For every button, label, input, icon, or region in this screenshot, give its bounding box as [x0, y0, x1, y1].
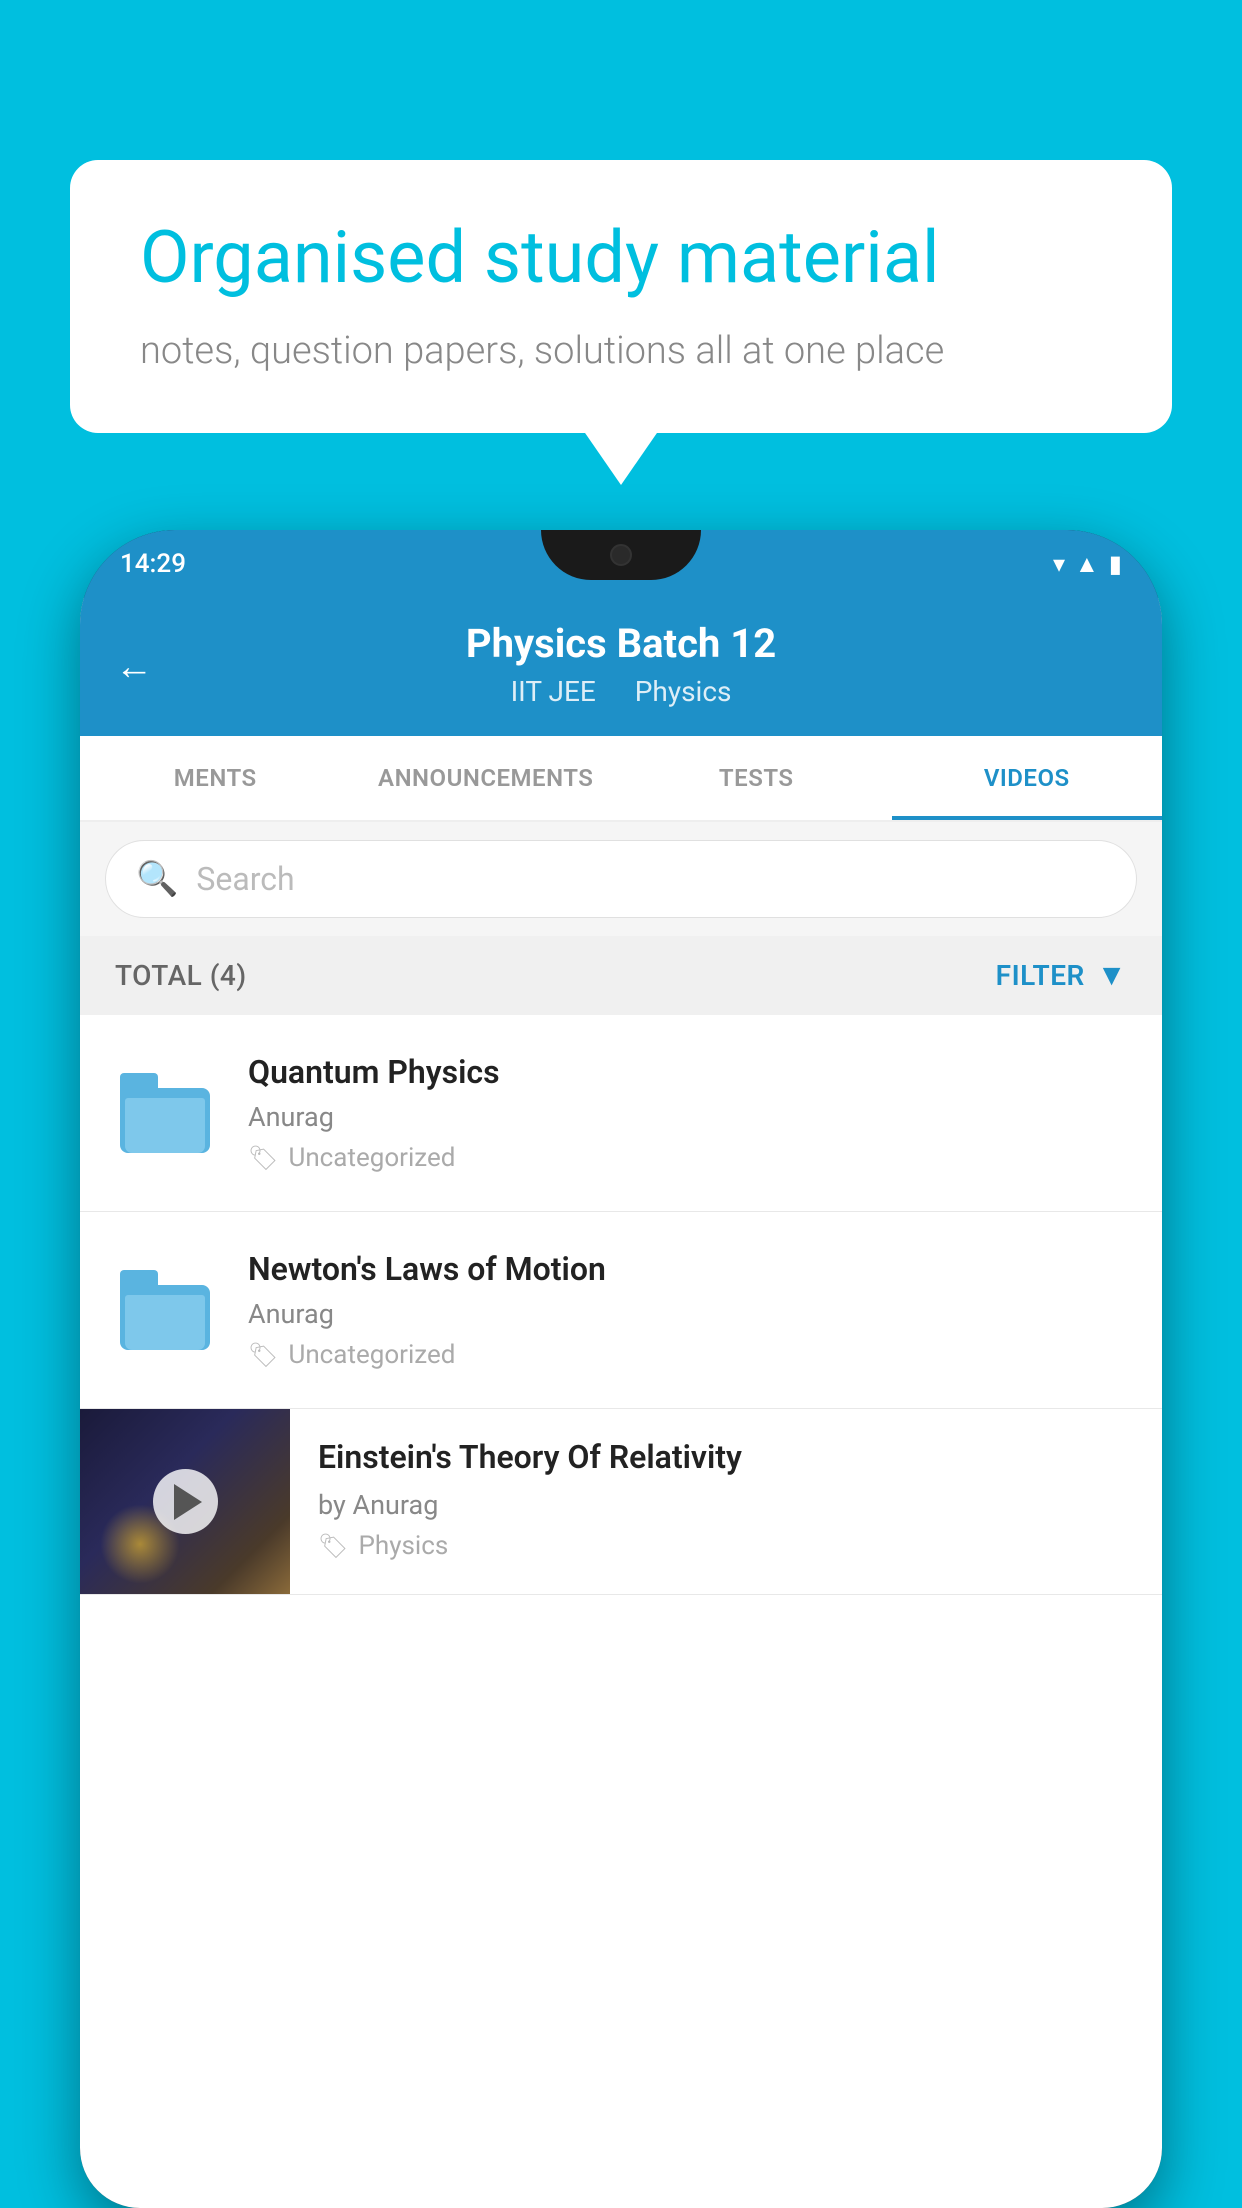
- filter-label: FILTER: [996, 959, 1085, 992]
- video-thumb-quantum: [110, 1073, 220, 1153]
- video-item-quantum[interactable]: Quantum Physics Anurag 🏷 Uncategorized: [80, 1015, 1162, 1212]
- video-title-quantum: Quantum Physics: [248, 1053, 1132, 1091]
- battery-icon: ▮: [1109, 550, 1122, 578]
- video-item-einstein[interactable]: Einstein's Theory Of Relativity by Anura…: [80, 1409, 1162, 1595]
- search-container: 🔍 Search: [80, 822, 1162, 936]
- tag-icon-quantum: 🏷: [248, 1144, 278, 1172]
- play-triangle-icon: [174, 1484, 202, 1520]
- videos-list: Quantum Physics Anurag 🏷 Uncategorized: [80, 1015, 1162, 1595]
- folder-icon-quantum: [120, 1073, 210, 1153]
- video-info-quantum: Quantum Physics Anurag 🏷 Uncategorized: [248, 1053, 1132, 1173]
- filter-bar: TOTAL (4) FILTER ▼: [80, 936, 1162, 1015]
- wifi-icon: ▾: [1053, 550, 1065, 578]
- video-thumb-newton: [110, 1270, 220, 1350]
- tab-videos[interactable]: VIDEOS: [892, 736, 1163, 820]
- video-item-newton[interactable]: Newton's Laws of Motion Anurag 🏷 Uncateg…: [80, 1212, 1162, 1409]
- signal-icon: ▲: [1075, 550, 1099, 579]
- phone-frame: 14:29 ▾ ▲ ▮ ← Physics Batch 12 IIT JEE P…: [80, 530, 1162, 2208]
- phone-screen: ← Physics Batch 12 IIT JEE Physics MENTS…: [80, 598, 1162, 2208]
- search-icon: 🔍: [136, 859, 178, 899]
- einstein-tag-text: Physics: [358, 1531, 448, 1561]
- header-tags: IIT JEE Physics: [120, 675, 1122, 708]
- tag-iit-jee: IIT JEE: [511, 675, 596, 708]
- tab-ments[interactable]: MENTS: [80, 736, 351, 820]
- tab-announcements[interactable]: ANNOUNCEMENTS: [351, 736, 622, 820]
- video-author-quantum: Anurag: [248, 1101, 1132, 1133]
- search-box[interactable]: 🔍 Search: [105, 840, 1137, 918]
- bubble-title: Organised study material: [140, 215, 1102, 301]
- einstein-title: Einstein's Theory Of Relativity: [318, 1437, 1137, 1479]
- header-title: Physics Batch 12: [120, 620, 1122, 667]
- tag-physics: Physics: [635, 675, 732, 708]
- video-tag-text-quantum: Uncategorized: [288, 1143, 455, 1173]
- video-author-newton: Anurag: [248, 1298, 1132, 1330]
- einstein-tag: 🏷 Physics: [318, 1531, 1137, 1561]
- bubble-subtitle: notes, question papers, solutions all at…: [140, 329, 1102, 373]
- total-count: TOTAL (4): [115, 959, 247, 992]
- status-bar: 14:29 ▾ ▲ ▮: [80, 530, 1162, 598]
- status-time: 14:29: [120, 549, 186, 579]
- app-header: ← Physics Batch 12 IIT JEE Physics: [80, 598, 1162, 736]
- search-placeholder: Search: [196, 860, 294, 898]
- folder-icon-newton: [120, 1270, 210, 1350]
- einstein-thumbnail: [80, 1409, 290, 1594]
- video-info-newton: Newton's Laws of Motion Anurag 🏷 Uncateg…: [248, 1250, 1132, 1370]
- tag-icon-einstein: 🏷: [318, 1532, 348, 1560]
- video-tag-text-newton: Uncategorized: [288, 1340, 455, 1370]
- phone-notch: [541, 530, 701, 580]
- tab-tests[interactable]: TESTS: [621, 736, 892, 820]
- tabs-container: MENTS ANNOUNCEMENTS TESTS VIDEOS: [80, 736, 1162, 822]
- status-icons: ▾ ▲ ▮: [1053, 550, 1122, 579]
- video-title-newton: Newton's Laws of Motion: [248, 1250, 1132, 1288]
- back-button[interactable]: ←: [115, 645, 153, 689]
- speech-bubble-container: Organised study material notes, question…: [70, 160, 1172, 433]
- front-camera: [610, 544, 632, 566]
- speech-bubble: Organised study material notes, question…: [70, 160, 1172, 433]
- einstein-author: by Anurag: [318, 1489, 1137, 1521]
- video-tag-newton: 🏷 Uncategorized: [248, 1340, 1132, 1370]
- filter-funnel-icon: ▼: [1097, 958, 1127, 993]
- video-tag-quantum: 🏷 Uncategorized: [248, 1143, 1132, 1173]
- tag-icon-newton: 🏷: [248, 1341, 278, 1369]
- play-button-einstein[interactable]: [153, 1469, 218, 1534]
- filter-button[interactable]: FILTER ▼: [996, 958, 1127, 993]
- einstein-info: Einstein's Theory Of Relativity by Anura…: [290, 1409, 1162, 1589]
